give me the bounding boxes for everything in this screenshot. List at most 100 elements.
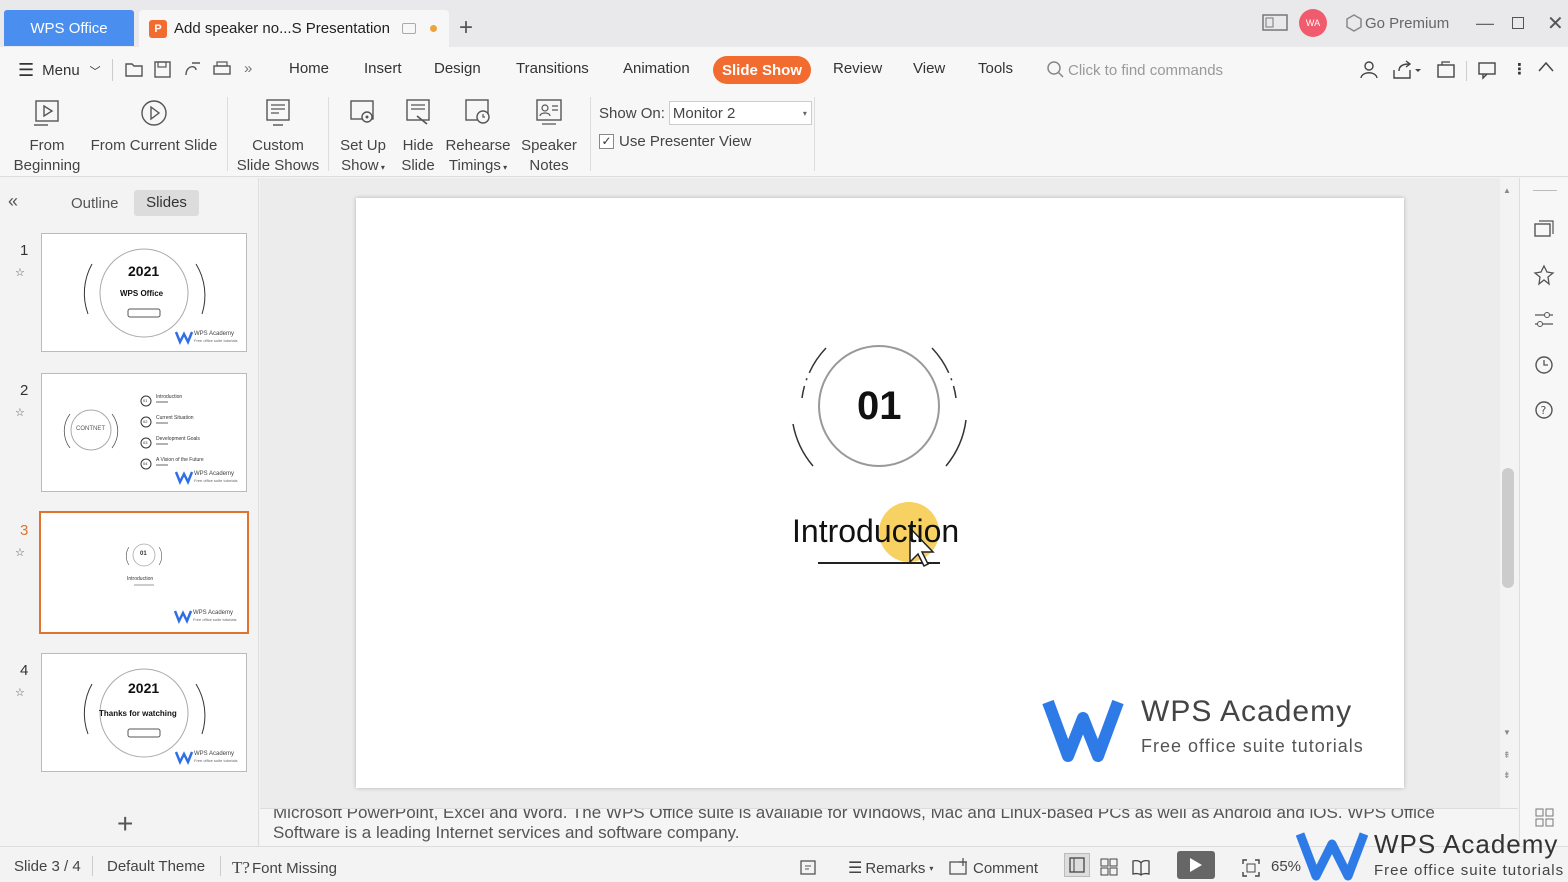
normal-view-icon[interactable]: [1064, 853, 1090, 877]
help-icon[interactable]: ?: [1533, 399, 1555, 426]
slide-position: Slide 3 / 4: [14, 858, 81, 875]
format-painter-icon[interactable]: [182, 60, 204, 82]
custom-slide-shows-button[interactable]: Custom Slide Shows: [236, 98, 320, 176]
from-beginning-label-2: Beginning: [13, 157, 81, 174]
collapse-ribbon-box-icon[interactable]: [1436, 60, 1456, 84]
thumb-item: Development Goals: [156, 436, 200, 442]
tab-design[interactable]: Design: [434, 60, 481, 77]
set-up-show-label-1: Set Up: [340, 137, 386, 154]
animation-star-icon: ☆: [15, 407, 25, 419]
go-premium-button[interactable]: Go Premium: [1344, 10, 1449, 36]
tab-home[interactable]: Home: [289, 60, 329, 77]
adjust-settings-icon[interactable]: [1533, 309, 1555, 336]
speaker-notes-icon: [536, 99, 562, 125]
thumb-logo-sub: Free office suite tutorials: [194, 338, 238, 343]
slide-thumbnail-3[interactable]: 01 Introduction WPS Academy Free office …: [39, 511, 249, 634]
from-current-slide-label: From Current Slide: [90, 137, 218, 154]
slide-thumbnail-1[interactable]: 2021 WPS Office WPS Academy Free office …: [41, 233, 247, 352]
reading-view-icon[interactable]: [1131, 858, 1151, 880]
slide-number: 3: [20, 522, 29, 539]
history-icon[interactable]: [1533, 354, 1555, 381]
tab-slides[interactable]: Slides: [134, 190, 199, 216]
checkmark-icon: ✓: [599, 134, 614, 149]
slide-thumbnail-2[interactable]: CONTNET 01 02 03 04 Introduction Current…: [41, 373, 247, 492]
tab-outline[interactable]: Outline: [71, 195, 119, 212]
open-folder-icon[interactable]: [124, 60, 144, 82]
animation-star-icon: ☆: [15, 547, 25, 559]
tab-review[interactable]: Review: [833, 60, 882, 77]
comment-panel-icon[interactable]: [1477, 60, 1497, 84]
minimize-icon[interactable]: —: [1476, 10, 1494, 36]
from-beginning-button[interactable]: From Beginning: [12, 98, 82, 176]
chevron-down-icon: ▾: [929, 863, 934, 873]
slide-sorter-icon[interactable]: [1100, 858, 1118, 880]
next-slide-icon[interactable]: ⇟: [1503, 770, 1511, 781]
rehearse-timings-button[interactable]: Rehearse Timings ▾: [444, 98, 512, 178]
tablet-mode-icon[interactable]: [1262, 10, 1288, 36]
collapse-ribbon-icon[interactable]: [1537, 60, 1555, 78]
slide-layout-icon[interactable]: [1533, 220, 1555, 247]
play-slideshow-button[interactable]: [1177, 851, 1215, 879]
main-menu-label: Menu: [42, 62, 80, 79]
set-up-show-button[interactable]: Set Up Show ▾: [336, 98, 390, 178]
from-current-slide-button[interactable]: From Current Slide: [90, 98, 218, 156]
thumb-item: Introduction: [156, 394, 183, 400]
presenter-view-checkbox[interactable]: ✓ Use Presenter View: [599, 133, 751, 150]
custom-shows-label-1: Custom: [252, 137, 304, 154]
scroll-down-icon[interactable]: ▼: [1503, 728, 1511, 737]
speaker-notes-button[interactable]: Speaker Notes: [518, 98, 580, 176]
scroll-up-icon[interactable]: ▲: [1503, 186, 1511, 195]
tab-slide-show[interactable]: Slide Show: [713, 56, 811, 84]
more-quick-tools-icon[interactable]: »: [244, 60, 252, 77]
hide-slide-icon: [406, 99, 430, 125]
wps-academy-watermark: WPS Academy Free office suite tutorials: [1296, 828, 1568, 882]
show-on-dropdown[interactable]: Monitor 2 ▾: [668, 101, 812, 125]
main-menu-button[interactable]: ☰ Menu ﹀: [18, 60, 101, 81]
vertical-scrollbar[interactable]: ▲ ▼ ⇞ ⇟: [1500, 178, 1518, 808]
share-user-icon[interactable]: [1359, 60, 1381, 84]
scroll-thumb[interactable]: [1502, 468, 1514, 588]
save-icon[interactable]: [153, 60, 173, 82]
tab-tools[interactable]: Tools: [978, 60, 1013, 77]
slide-title[interactable]: Introduction: [792, 513, 959, 550]
wps-office-tab[interactable]: WPS Office: [4, 10, 134, 46]
add-slide-plus-icon[interactable]: +: [117, 808, 133, 840]
tab-insert[interactable]: Insert: [364, 60, 402, 77]
remarks-button[interactable]: ☰ Remarks ▾: [848, 858, 933, 878]
font-missing-button[interactable]: T? Font Missing: [232, 858, 337, 878]
new-tab-plus-icon[interactable]: +: [459, 14, 473, 42]
close-icon[interactable]: ✕: [1547, 10, 1564, 36]
chevron-down-icon: ﹀: [89, 65, 101, 78]
print-icon[interactable]: [211, 60, 233, 82]
set-up-show-label-2-wrap: Show ▾: [341, 157, 385, 174]
remarks-icon: ☰: [848, 860, 863, 877]
thumb-logo-sub: Free office suite tutorials: [193, 617, 237, 622]
dropdown-arrow-icon: ▾: [802, 108, 807, 118]
font-missing-icon: T?: [232, 858, 250, 877]
document-tab[interactable]: P Add speaker no...S Presentation: [139, 10, 449, 47]
monitor-icon[interactable]: [401, 23, 416, 34]
fit-to-window-icon[interactable]: [1241, 858, 1261, 882]
wps-w-logo-icon: [1296, 832, 1368, 881]
command-search[interactable]: Click to find commands: [1046, 60, 1223, 80]
hide-slide-button[interactable]: Hide Slide: [396, 98, 440, 176]
set-up-show-label-2: Show: [341, 157, 379, 174]
tab-transitions[interactable]: Transitions: [516, 60, 589, 77]
comment-button[interactable]: Comment: [948, 858, 1038, 878]
premium-badge-icon: [1346, 14, 1362, 32]
thumb-logo: WPS Academy: [194, 331, 235, 337]
star-effects-icon[interactable]: [1533, 264, 1555, 291]
avatar[interactable]: WA: [1299, 9, 1327, 37]
collapse-panel-icon[interactable]: «: [8, 191, 18, 212]
tab-animation[interactable]: Animation: [623, 60, 690, 77]
export-share-icon[interactable]: [1391, 60, 1421, 84]
more-options-icon[interactable]: ⋮: [1512, 60, 1527, 78]
comment-label: Comment: [973, 859, 1039, 877]
maximize-icon[interactable]: [1512, 10, 1524, 36]
slide-thumbnail-4[interactable]: 2021 Thanks for watching WPS Academy Fre…: [41, 653, 247, 772]
previous-slide-icon[interactable]: ⇞: [1503, 750, 1511, 761]
current-slide[interactable]: 01 Introduction WPS Academy Free office …: [356, 198, 1404, 788]
theme-name[interactable]: Default Theme: [107, 858, 205, 875]
notes-toggle-icon[interactable]: [799, 858, 817, 880]
tab-view[interactable]: View: [913, 60, 945, 77]
